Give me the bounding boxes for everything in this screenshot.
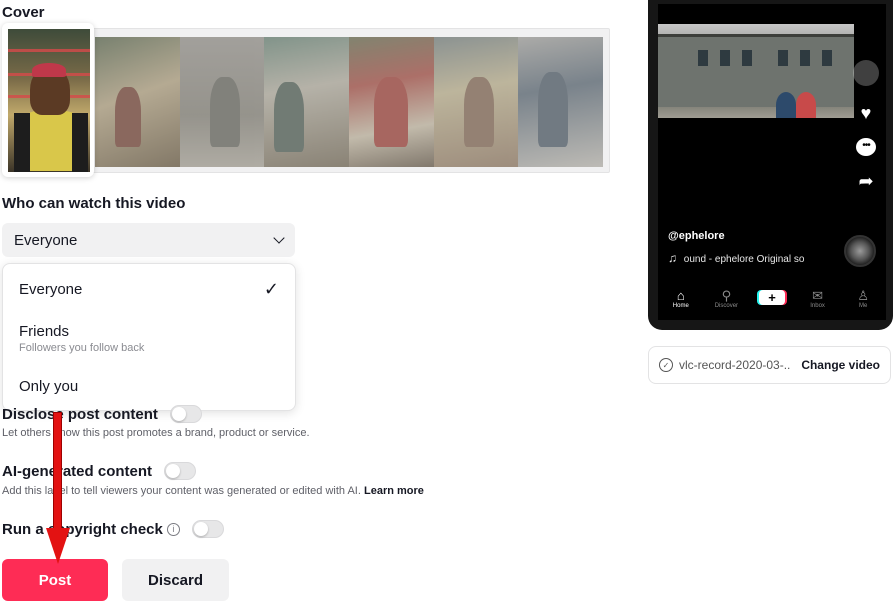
cover-frame[interactable] — [95, 37, 180, 167]
option-description: Followers you follow back — [19, 342, 145, 354]
disclose-title: Disclose post content — [2, 405, 158, 423]
cover-label: Cover — [2, 4, 45, 21]
cover-frames[interactable] — [95, 37, 603, 167]
privacy-selected-value: Everyone — [14, 231, 78, 249]
change-video-button[interactable]: Change video — [801, 358, 880, 372]
copyright-row: Run a copyright check i — [2, 520, 224, 538]
preview-username: @ephelore — [668, 230, 725, 242]
tab-discover: ⚲ Discover — [708, 288, 744, 310]
learn-more-link[interactable]: Learn more — [364, 485, 424, 497]
profile-icon: ♙ — [857, 288, 869, 303]
option-label: Everyone — [19, 281, 83, 298]
video-file-name: vlc-record-2020-03-... — [679, 358, 792, 372]
tab-me: ♙ Me — [845, 288, 881, 310]
ai-content-row: AI-generated content — [2, 462, 197, 480]
cover-image — [8, 29, 90, 172]
annotation-arrow-head — [46, 528, 70, 564]
copyright-title: Run a copyright check — [2, 520, 163, 538]
disclose-toggle[interactable] — [169, 405, 202, 423]
privacy-dropdown-menu: Everyone ✓ Friends Followers you follow … — [2, 263, 296, 411]
privacy-select[interactable]: Everyone — [2, 223, 295, 257]
cover-frame[interactable] — [518, 37, 603, 167]
post-button[interactable]: Post — [2, 559, 108, 601]
video-file-card: ✓ vlc-record-2020-03-... Change video — [648, 346, 891, 384]
comment-icon[interactable]: ••• — [856, 138, 876, 156]
disclose-row: Disclose post content — [2, 405, 202, 423]
checkmark-icon: ✓ — [263, 279, 279, 299]
cover-selected-thumbnail[interactable] — [2, 23, 94, 177]
copyright-toggle[interactable] — [191, 520, 224, 538]
annotation-arrow-shaft — [53, 412, 62, 530]
privacy-option-everyone[interactable]: Everyone ✓ — [19, 279, 281, 299]
phone-preview: ♥ ••• ➦ @ephelore ♫ ound - ephelore Orig… — [648, 0, 893, 330]
info-icon[interactable]: i — [166, 522, 180, 536]
preview-video[interactable] — [658, 24, 854, 118]
privacy-option-only-you[interactable]: Only you — [19, 378, 281, 395]
music-note-icon: ♫ — [668, 251, 677, 265]
option-label: Friends — [19, 323, 70, 340]
discard-button[interactable]: Discard — [122, 559, 229, 601]
tab-label: Me — [859, 303, 868, 309]
cover-frame[interactable] — [433, 37, 519, 167]
tab-label: Discover — [714, 303, 739, 309]
tab-home: ⌂ Home — [663, 288, 699, 310]
check-circle-icon: ✓ — [659, 358, 673, 372]
ai-content-toggle[interactable] — [164, 462, 197, 480]
cover-frame-strip[interactable] — [92, 28, 610, 173]
disclose-description: Let others know this post promotes a bra… — [2, 427, 310, 439]
preview-side-actions: ♥ ••• ➦ — [853, 60, 879, 190]
tab-label: Home — [672, 303, 689, 309]
tab-create: + — [754, 289, 790, 305]
privacy-label: Who can watch this video — [2, 195, 186, 212]
heart-icon[interactable]: ♥ — [861, 104, 872, 122]
phone-screen: ♥ ••• ➦ @ephelore ♫ ound - ephelore Orig… — [658, 4, 886, 320]
share-icon[interactable]: ➦ — [858, 172, 873, 190]
home-icon: ⌂ — [676, 288, 685, 303]
cover-frame[interactable] — [179, 37, 265, 167]
cover-frame[interactable] — [264, 37, 350, 167]
preview-sound: ♫ ound - ephelore Original so — [668, 251, 828, 265]
plus-icon: + — [758, 290, 785, 305]
preview-tabbar: ⌂ Home ⚲ Discover + ✉ Inbox ♙ Me — [658, 284, 886, 320]
cover-frame[interactable] — [349, 37, 434, 167]
search-icon: ⚲ — [721, 288, 732, 303]
inbox-icon: ✉ — [812, 288, 824, 303]
privacy-option-friends[interactable]: Friends Followers you follow back — [19, 323, 281, 354]
sound-title: ound - ephelore Original so — [683, 254, 805, 265]
option-label: Only you — [19, 378, 79, 395]
chevron-down-icon — [273, 232, 285, 244]
tab-inbox: ✉ Inbox — [800, 288, 836, 310]
ai-content-title: AI-generated content — [2, 462, 153, 480]
tab-label: Inbox — [810, 303, 825, 309]
sound-disc-icon — [844, 235, 876, 267]
avatar[interactable] — [853, 60, 879, 86]
ai-content-description: Add this label to tell viewers your cont… — [2, 485, 424, 497]
